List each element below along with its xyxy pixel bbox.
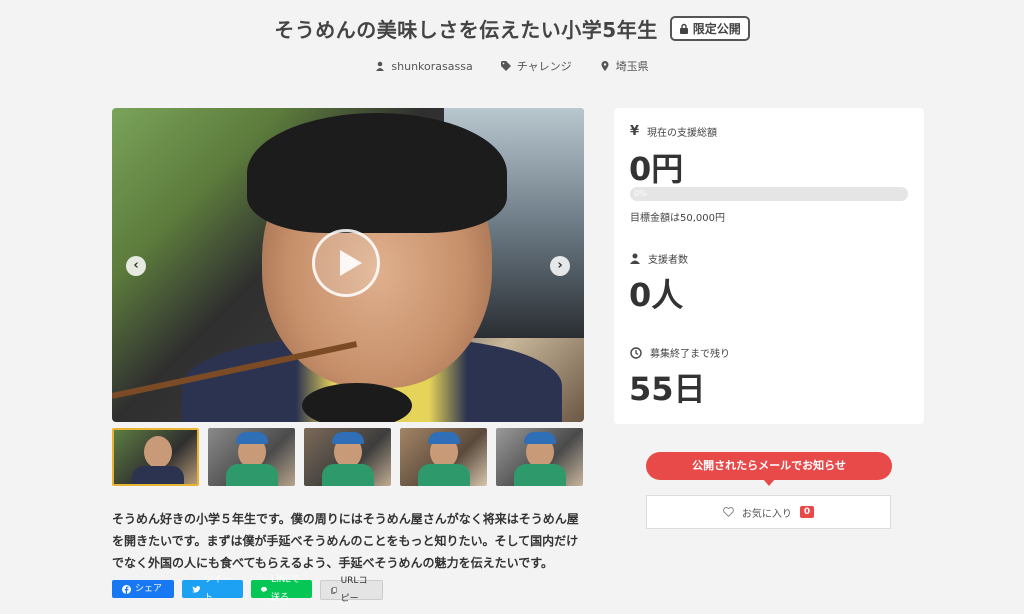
favorite-label: お気に入り	[741, 508, 792, 520]
facebook-icon	[122, 584, 131, 594]
goal-amount: 目標金額は50,000円	[630, 213, 725, 224]
prev-arrow-icon[interactable]: ‹	[126, 256, 146, 276]
total-label: 現在の支援総額	[647, 128, 718, 139]
share-buttons: シェア ツイート LINEで送る URLコピー	[112, 575, 383, 604]
user-icon	[630, 253, 640, 264]
lock-icon	[679, 23, 688, 34]
thumbnail-body	[322, 464, 374, 486]
thumbnail[interactable]	[208, 428, 295, 486]
twitter-share-label: ツイート	[204, 575, 232, 603]
page-title: そうめんの美味しさを伝えたい小学5年生	[274, 18, 658, 42]
thumbnail-strip	[112, 428, 584, 486]
thumbnail-cap	[428, 432, 460, 444]
tag-icon	[500, 61, 511, 71]
project-description: そうめん好きの小学５年生です。僕の周りにはそうめん屋さんがなく将来はそうめん屋を…	[112, 512, 579, 570]
funding-stats-card: ¥ 現在の支援総額 0円 0% 目標金額は50,000円 支援者数 0人 募集終…	[614, 108, 924, 424]
thumbnail-body	[418, 464, 470, 486]
thumbnail-cap	[236, 432, 268, 444]
location-pin-icon	[601, 61, 609, 71]
main-video[interactable]: ‹ ›	[112, 108, 584, 422]
limited-badge: 限定公開	[669, 16, 750, 41]
thumbnail[interactable]	[400, 428, 487, 486]
remaining-label-row: 募集終了まで残り	[630, 345, 730, 360]
video-bowl	[302, 383, 412, 422]
play-button[interactable]	[312, 229, 380, 297]
twitter-icon	[192, 585, 201, 593]
remaining-label: 募集終了まで残り	[650, 349, 730, 360]
thumbnail-body	[514, 464, 566, 486]
notify-email-button[interactable]: 公開されたらメールでお知らせ	[646, 452, 892, 486]
author-name: shunkorasassa	[391, 59, 473, 73]
facebook-share-label: シェア	[135, 584, 163, 594]
thumbnail[interactable]	[496, 428, 583, 486]
category-name: チャレンジ	[516, 60, 572, 73]
thumbnail-face	[144, 436, 172, 468]
line-share-label: LINEで送る	[270, 575, 301, 603]
copy-icon	[331, 586, 337, 594]
yen-icon: ¥	[630, 124, 640, 139]
total-label-row: ¥ 現在の支援総額	[630, 124, 717, 139]
funding-progress-bar: 0%	[630, 187, 908, 201]
progress-percent: 0%	[634, 189, 647, 198]
remaining-days: 55日	[629, 370, 706, 408]
thumbnail-body	[132, 466, 184, 484]
thumbnail-body	[226, 464, 278, 486]
thumbnail[interactable]	[112, 428, 199, 486]
project-meta: shunkorasassa チャレンジ 埼玉県	[0, 58, 1024, 74]
supporters-label: 支援者数	[648, 255, 688, 266]
user-icon	[376, 61, 385, 71]
badge-label: 限定公開	[692, 22, 741, 36]
next-arrow-icon[interactable]: ›	[550, 256, 570, 276]
title-row: そうめんの美味しさを伝えたい小学5年生 限定公開	[0, 14, 1024, 43]
twitter-share-button[interactable]: ツイート	[182, 575, 243, 603]
video-hair	[247, 113, 507, 233]
total-amount: 0円	[629, 150, 684, 188]
supporters-count: 0人	[629, 276, 684, 314]
favorite-button[interactable]: お気に入り 0	[646, 495, 891, 529]
favorite-count: 0	[799, 506, 815, 518]
facebook-share-button[interactable]: シェア	[112, 580, 174, 598]
line-icon	[261, 586, 267, 592]
url-copy-button[interactable]: URLコピー	[320, 576, 383, 604]
supporters-label-row: 支援者数	[630, 251, 688, 266]
thumbnail-cap	[524, 432, 556, 444]
location-link[interactable]: 埼玉県	[600, 58, 649, 74]
thumbnail-cap	[332, 432, 364, 444]
location-name: 埼玉県	[615, 60, 649, 73]
line-share-button[interactable]: LINEで送る	[251, 575, 312, 603]
clock-icon	[630, 346, 642, 359]
heart-icon	[723, 507, 734, 517]
thumbnail[interactable]	[304, 428, 391, 486]
category-link[interactable]: チャレンジ	[500, 58, 572, 74]
url-copy-label: URLコピー	[340, 576, 368, 604]
author-link[interactable]: shunkorasassa	[375, 58, 473, 74]
